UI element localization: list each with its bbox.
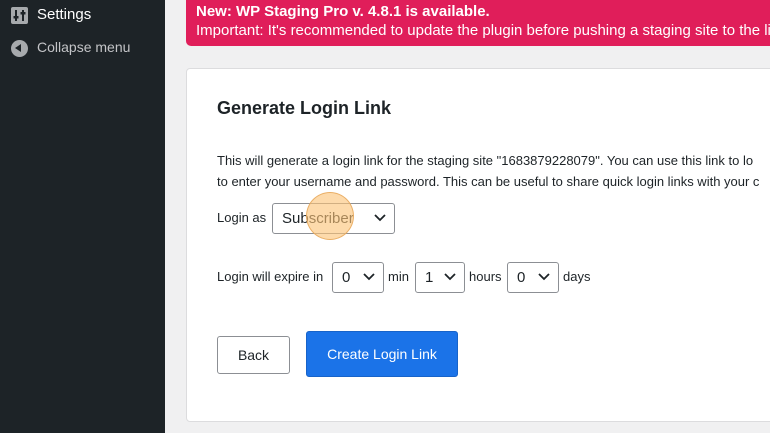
chevron-down-icon [538,273,550,281]
create-login-link-button[interactable]: Create Login Link [306,331,458,377]
admin-sidebar: Settings Collapse menu [0,0,165,433]
chevron-down-icon [444,273,456,281]
minutes-value: 0 [342,269,351,286]
back-button[interactable]: Back [217,336,290,374]
login-as-label: Login as [217,210,267,225]
login-as-value: Subscriber [282,210,354,227]
days-value: 0 [517,269,526,286]
days-unit: days [563,269,591,284]
minutes-select[interactable]: 0 [332,262,384,293]
login-as-select[interactable]: Subscriber [272,203,395,234]
settings-sliders-icon [10,6,28,24]
expiry-label: Login will expire in [217,269,324,284]
sidebar-item-settings[interactable]: Settings [0,0,165,30]
sidebar-item-label: Settings [37,6,92,23]
chevron-down-icon [363,273,375,281]
chevron-down-icon [374,214,386,222]
login-link-card: Generate Login Link This will generate a… [186,68,770,422]
description-line-1: This will generate a login link for the … [217,153,754,168]
notice-title: New: WP Staging Pro v. 4.8.1 is availabl… [196,3,490,20]
update-notice: New: WP Staging Pro v. 4.8.1 is availabl… [186,0,770,46]
description-line-2: to enter your username and password. Thi… [217,174,760,189]
collapse-arrow-icon [10,39,28,57]
minutes-unit: min [388,269,409,284]
days-select[interactable]: 0 [507,262,559,293]
page-title: Generate Login Link [217,98,392,118]
collapse-menu-button[interactable]: Collapse menu [0,36,165,60]
collapse-menu-label: Collapse menu [37,39,131,55]
description: This will generate a login link for the … [217,150,759,192]
hours-select[interactable]: 1 [415,262,465,293]
hours-unit: hours [469,269,502,284]
notice-text: Important: It's recommended to update th… [196,22,770,39]
hours-value: 1 [425,269,434,286]
